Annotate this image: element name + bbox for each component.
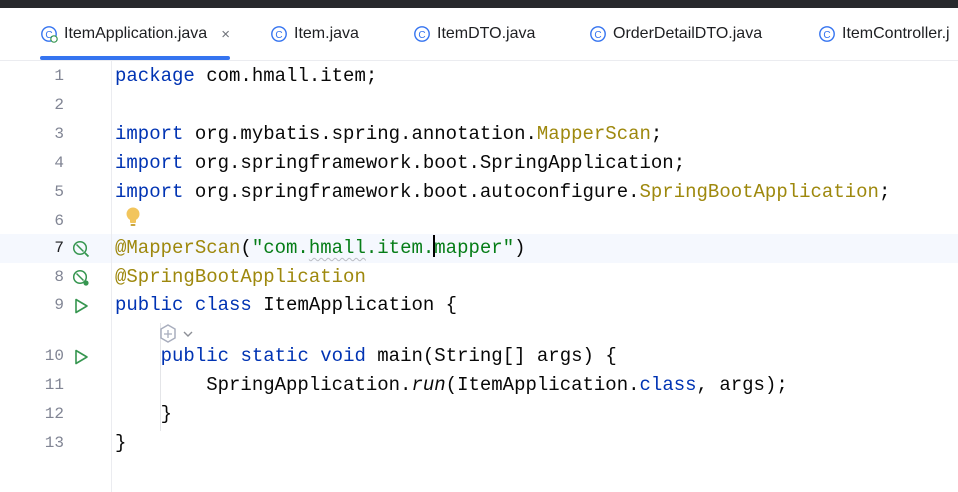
code-line[interactable]: 2 bbox=[0, 91, 958, 120]
code-text: import org.springframework.boot.autoconf… bbox=[115, 178, 890, 207]
gutter-divider bbox=[111, 61, 112, 492]
svg-text:C: C bbox=[594, 30, 601, 41]
code-token: "com. bbox=[251, 237, 309, 259]
tab-label: ItemController.j bbox=[842, 25, 950, 42]
code-text: } bbox=[115, 400, 172, 429]
code-line[interactable]: 9 public class ItemApplication { bbox=[0, 291, 958, 320]
code-token: MapperScan bbox=[536, 123, 651, 145]
svg-text:C: C bbox=[418, 30, 425, 41]
line-number[interactable]: 4 bbox=[0, 149, 64, 178]
tab-label: ItemDTO.java bbox=[437, 25, 536, 42]
line-number[interactable]: 8 bbox=[0, 263, 64, 292]
code-token: import bbox=[115, 181, 184, 203]
line-number[interactable]: 5 bbox=[0, 178, 64, 207]
line-number[interactable]: 7 bbox=[0, 234, 64, 263]
code-token: (ItemApplication. bbox=[445, 374, 640, 396]
code-line[interactable]: 1 package com.hmall.item; bbox=[0, 62, 958, 91]
code-line[interactable]: 7 @MapperScan("com.hmall.item.mapper") bbox=[0, 234, 958, 263]
class-icon: C bbox=[589, 25, 607, 43]
code-token: " bbox=[502, 237, 515, 259]
line-number[interactable]: 13 bbox=[0, 429, 64, 458]
window-top-strip bbox=[0, 0, 958, 8]
code-text: @SpringBootApplication bbox=[115, 263, 366, 292]
code-token: } bbox=[115, 432, 127, 454]
editor-tab-bar: C ItemApplication.java × C Item.java C I… bbox=[0, 8, 958, 61]
code-token: @MapperScan bbox=[115, 237, 241, 259]
tab-orderdetaildto[interactable]: C OrderDetailDTO.java bbox=[589, 8, 762, 60]
code-token: run bbox=[411, 374, 446, 396]
code-token: class bbox=[639, 374, 697, 396]
line-number[interactable]: 9 bbox=[0, 291, 64, 320]
code-line[interactable]: 12 } bbox=[0, 400, 958, 429]
code-line[interactable]: 5 import org.springframework.boot.autocon… bbox=[0, 178, 958, 207]
code-token: ; bbox=[650, 123, 663, 145]
code-token: ( bbox=[240, 237, 252, 259]
code-token: public bbox=[115, 294, 184, 316]
code-text: package com.hmall.item; bbox=[115, 62, 377, 91]
code-line[interactable] bbox=[0, 322, 958, 351]
code-token: , args); bbox=[696, 374, 788, 396]
code-token: } bbox=[115, 403, 173, 425]
tab-itemapplication[interactable]: C ItemApplication.java × bbox=[40, 8, 230, 60]
code-token: org.springframework.boot.SpringApplicati… bbox=[183, 152, 686, 174]
code-token: ItemApplication { bbox=[251, 294, 458, 316]
tab-itemdto[interactable]: C ItemDTO.java bbox=[413, 8, 535, 60]
run-gutter-icon[interactable] bbox=[72, 297, 90, 315]
tab-item[interactable]: C Item.java bbox=[270, 8, 359, 60]
code-line[interactable]: 6 bbox=[0, 207, 958, 236]
code-token: ; bbox=[878, 181, 891, 203]
code-line[interactable]: 11 SpringApplication.run(ItemApplication… bbox=[0, 371, 958, 400]
mapper-scan-gutter-icon[interactable] bbox=[72, 240, 90, 258]
ai-assistant-inlay-icon[interactable] bbox=[158, 323, 198, 345]
code-token: SpringBootApplication bbox=[639, 181, 879, 203]
code-line[interactable]: 4 import org.springframework.boot.SpringA… bbox=[0, 149, 958, 178]
code-token: ) bbox=[514, 237, 526, 259]
class-icon: C bbox=[270, 25, 288, 43]
code-text: public class ItemApplication { bbox=[115, 291, 457, 320]
line-number[interactable]: 1 bbox=[0, 62, 64, 91]
code-token: class bbox=[194, 294, 252, 316]
code-token: .item. bbox=[365, 237, 435, 259]
tab-label: ItemApplication.java bbox=[64, 25, 208, 42]
spring-boot-class-icon: C bbox=[40, 25, 58, 43]
lightbulb-icon[interactable] bbox=[124, 206, 142, 228]
svg-text:C: C bbox=[823, 30, 830, 41]
class-icon: C bbox=[818, 25, 836, 43]
line-number[interactable]: 12 bbox=[0, 400, 64, 429]
active-tab-indicator bbox=[40, 56, 230, 60]
code-token: hmall bbox=[308, 237, 366, 259]
code-line[interactable]: 3 import org.mybatis.spring.annotation.Ma… bbox=[0, 120, 958, 149]
code-text: SpringApplication.run(ItemApplication.cl… bbox=[115, 371, 788, 400]
code-token: com.hmall.item; bbox=[194, 65, 378, 87]
code-text: @MapperScan("com.hmall.item.mapper") bbox=[115, 234, 526, 263]
code-token: org.springframework.boot.autoconfigure. bbox=[183, 181, 640, 203]
line-number[interactable]: 6 bbox=[0, 207, 64, 236]
code-token: package bbox=[115, 65, 195, 87]
code-token: import bbox=[115, 123, 184, 145]
tab-label: OrderDetailDTO.java bbox=[613, 25, 763, 42]
code-token: import bbox=[115, 152, 184, 174]
code-token: @SpringBootApplication bbox=[115, 266, 366, 288]
code-editor[interactable]: 13} 12 } 11 SpringApplication.run(ItemAppl… bbox=[0, 61, 958, 492]
line-number[interactable]: 11 bbox=[0, 371, 64, 400]
tab-itemcontroller[interactable]: C ItemController.j bbox=[818, 8, 950, 60]
code-text: } bbox=[115, 429, 126, 458]
code-text: import org.mybatis.spring.annotation.Map… bbox=[115, 120, 662, 149]
code-text: import org.springframework.boot.SpringAp… bbox=[115, 149, 685, 178]
code-line[interactable]: 13} bbox=[0, 429, 958, 458]
class-icon: C bbox=[413, 25, 431, 43]
spring-bean-gutter-icon[interactable] bbox=[72, 269, 90, 287]
close-icon[interactable]: × bbox=[221, 26, 230, 43]
line-number[interactable]: 3 bbox=[0, 120, 64, 149]
line-number[interactable]: 2 bbox=[0, 91, 64, 120]
code-line[interactable]: 8 @SpringBootApplication bbox=[0, 263, 958, 292]
svg-text:C: C bbox=[275, 30, 282, 41]
tab-label: Item.java bbox=[294, 25, 359, 42]
code-token: org.mybatis.spring.annotation. bbox=[183, 123, 537, 145]
code-token: mapper bbox=[434, 237, 503, 259]
